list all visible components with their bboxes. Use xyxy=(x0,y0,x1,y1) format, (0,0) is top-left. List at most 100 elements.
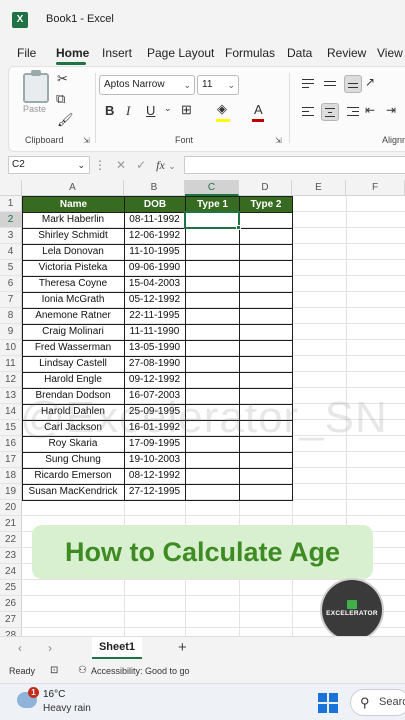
insert-function-button[interactable]: fx xyxy=(156,158,165,172)
column-header-d[interactable]: D xyxy=(239,180,292,196)
font-launcher-icon[interactable]: ⇲ xyxy=(275,136,282,145)
font-size-select[interactable]: 11 ⌄ xyxy=(197,75,239,95)
chevron-right-icon[interactable]: › xyxy=(48,641,52,655)
tab-page-layout[interactable]: Page Layout xyxy=(147,46,214,60)
row-header-21[interactable]: 21 xyxy=(0,516,22,532)
row-header-17[interactable]: 17 xyxy=(0,452,22,468)
row-header-16[interactable]: 16 xyxy=(0,436,22,452)
row-header-26[interactable]: 26 xyxy=(0,596,22,612)
select-all-corner[interactable] xyxy=(0,180,22,196)
tab-formulas[interactable]: Formulas xyxy=(225,46,275,60)
row-header-4[interactable]: 4 xyxy=(0,244,22,260)
tab-review[interactable]: Review xyxy=(327,46,366,60)
name-cell[interactable]: Anemone Ratner xyxy=(22,308,124,324)
name-cell[interactable]: Fred Wasserman xyxy=(22,340,124,356)
dob-cell[interactable]: 12-06-1992 xyxy=(124,228,185,244)
accessibility-icon[interactable]: ⚇ xyxy=(78,665,87,676)
empty-cell[interactable] xyxy=(185,308,239,324)
tab-data[interactable]: Data xyxy=(287,46,312,60)
column-header-b[interactable]: B xyxy=(124,180,185,196)
format-painter-icon[interactable]: 🖌 xyxy=(57,112,74,128)
row-header-1[interactable]: 1 xyxy=(0,196,22,212)
sheet-tab-sheet1[interactable]: Sheet1 xyxy=(92,637,142,659)
paste-icon[interactable] xyxy=(23,70,49,103)
borders-icon[interactable]: ⊞ xyxy=(181,102,192,118)
column-header-e[interactable]: E xyxy=(292,180,346,196)
macro-recorder-icon[interactable]: ⊡ xyxy=(50,665,58,676)
chevron-down-icon[interactable]: ⌄ xyxy=(168,161,176,171)
cancel-icon[interactable]: ✕ xyxy=(116,158,126,172)
bold-button[interactable]: B xyxy=(105,103,114,118)
row-header-19[interactable]: 19 xyxy=(0,484,22,500)
dob-cell[interactable]: 22-11-1995 xyxy=(124,308,185,324)
row-header-5[interactable]: 5 xyxy=(0,260,22,276)
orientation-icon[interactable]: ↗ xyxy=(365,75,375,89)
row-header-12[interactable]: 12 xyxy=(0,372,22,388)
row-header-23[interactable]: 23 xyxy=(0,548,22,564)
column-header-a[interactable]: A xyxy=(22,180,124,196)
empty-cell[interactable] xyxy=(239,356,292,372)
name-cell[interactable]: Shirley Schmidt xyxy=(22,228,124,244)
top-align-icon[interactable] xyxy=(299,75,317,93)
dob-cell[interactable]: 27-08-1990 xyxy=(124,356,185,372)
table-header-cell[interactable]: Type 2 xyxy=(239,196,293,213)
empty-cell[interactable] xyxy=(239,260,292,276)
row-header-28[interactable]: 28 xyxy=(0,628,22,636)
formula-input[interactable] xyxy=(184,156,405,174)
column-header-f[interactable]: F xyxy=(346,180,405,196)
empty-cell[interactable] xyxy=(239,228,292,244)
increase-indent-icon[interactable]: ⇥ xyxy=(386,103,396,117)
row-header-6[interactable]: 6 xyxy=(0,276,22,292)
decrease-indent-icon[interactable]: ⇤ xyxy=(365,103,375,117)
empty-cell[interactable] xyxy=(239,340,292,356)
empty-cell[interactable] xyxy=(185,484,239,500)
fill-handle[interactable] xyxy=(236,225,241,230)
row-header-2[interactable]: 2 xyxy=(0,212,22,228)
row-header-15[interactable]: 15 xyxy=(0,420,22,436)
chevron-down-icon[interactable]: ⌄ xyxy=(164,103,172,114)
windows-start-icon[interactable] xyxy=(318,693,338,713)
empty-cell[interactable] xyxy=(185,292,239,308)
dob-cell[interactable]: 11-11-1990 xyxy=(124,324,185,340)
tab-insert[interactable]: Insert xyxy=(102,46,132,60)
name-cell[interactable]: Sung Chung xyxy=(22,452,124,468)
align-center-icon[interactable] xyxy=(321,103,339,121)
tab-home[interactable]: Home xyxy=(56,46,89,60)
accessibility-status[interactable]: Accessibility: Good to go xyxy=(91,666,190,676)
dob-cell[interactable]: 05-12-1992 xyxy=(124,292,185,308)
name-box[interactable]: C2 ⌄ xyxy=(8,156,90,174)
row-header-3[interactable]: 3 xyxy=(0,228,22,244)
empty-cell[interactable] xyxy=(185,452,239,468)
row-header-8[interactable]: 8 xyxy=(0,308,22,324)
dob-cell[interactable]: 09-12-1992 xyxy=(124,372,185,388)
weather-condition[interactable]: Heavy rain xyxy=(43,703,91,714)
name-cell[interactable]: Ionia McGrath xyxy=(22,292,124,308)
middle-align-icon[interactable] xyxy=(321,75,339,93)
empty-cell[interactable] xyxy=(239,308,292,324)
font-name-select[interactable]: Aptos Narrow ⌄ xyxy=(99,75,195,95)
row-header-13[interactable]: 13 xyxy=(0,388,22,404)
name-cell[interactable]: Craig Molinari xyxy=(22,324,124,340)
empty-cell[interactable] xyxy=(185,324,239,340)
row-header-25[interactable]: 25 xyxy=(0,580,22,596)
dob-cell[interactable]: 08-11-1992 xyxy=(124,212,185,228)
dob-cell[interactable]: 08-12-1992 xyxy=(124,468,185,484)
row-header-20[interactable]: 20 xyxy=(0,500,22,516)
name-cell[interactable]: Theresa Coyne xyxy=(22,276,124,292)
enter-icon[interactable]: ✓ xyxy=(136,158,146,172)
cut-icon[interactable]: ✂ xyxy=(57,71,68,87)
dob-cell[interactable]: 11-10-1995 xyxy=(124,244,185,260)
column-header-c[interactable]: C xyxy=(185,180,239,196)
name-cell[interactable]: Victoria Pisteka xyxy=(22,260,124,276)
table-header-cell[interactable]: Name xyxy=(22,196,125,213)
empty-cell[interactable] xyxy=(185,468,239,484)
row-header-11[interactable]: 11 xyxy=(0,356,22,372)
tab-file[interactable]: File xyxy=(17,46,36,60)
row-header-18[interactable]: 18 xyxy=(0,468,22,484)
chevron-left-icon[interactable]: ‹ xyxy=(18,641,22,655)
table-header-cell[interactable]: DOB xyxy=(124,196,186,213)
empty-cell[interactable] xyxy=(185,260,239,276)
empty-cell[interactable] xyxy=(239,468,292,484)
row-header-10[interactable]: 10 xyxy=(0,340,22,356)
copy-icon[interactable]: ⧉ xyxy=(56,91,65,107)
